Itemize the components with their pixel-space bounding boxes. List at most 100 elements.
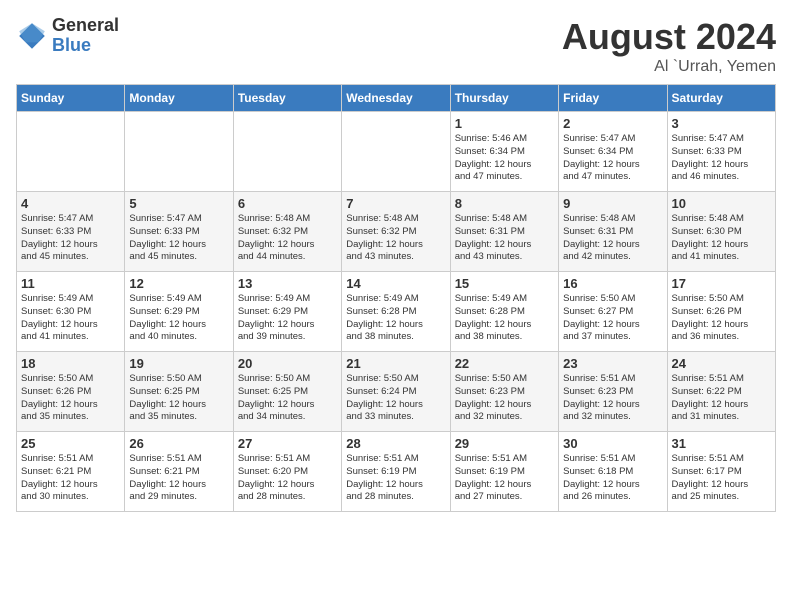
day-number: 4 — [21, 196, 120, 211]
day-number: 3 — [672, 116, 771, 131]
day-info: Sunrise: 5:50 AM Sunset: 6:27 PM Dayligh… — [563, 293, 662, 344]
calendar-cell: 9 Sunrise: 5:48 AM Sunset: 6:31 PM Daylig… — [559, 192, 667, 272]
calendar-cell: 26 Sunrise: 5:51 AM Sunset: 6:21 PM Dayli… — [125, 432, 233, 512]
day-info: Sunrise: 5:51 AM Sunset: 6:23 PM Dayligh… — [563, 373, 662, 424]
calendar-cell — [233, 112, 341, 192]
calendar-body: 1 Sunrise: 5:46 AM Sunset: 6:34 PM Daylig… — [17, 112, 776, 512]
header-monday: Monday — [125, 85, 233, 112]
calendar-cell: 17Sunrise: 5:50 AM Sunset: 6:26 PM Dayli… — [667, 272, 775, 352]
day-number: 23 — [563, 356, 662, 371]
header-saturday: Saturday — [667, 85, 775, 112]
week-row-3: 11Sunrise: 5:49 AM Sunset: 6:30 PM Dayli… — [17, 272, 776, 352]
day-number: 9 — [563, 196, 662, 211]
calendar-cell: 1 Sunrise: 5:46 AM Sunset: 6:34 PM Daylig… — [450, 112, 558, 192]
day-number: 1 — [455, 116, 554, 131]
day-number: 2 — [563, 116, 662, 131]
day-number: 19 — [129, 356, 228, 371]
day-info: Sunrise: 5:48 AM Sunset: 6:31 PM Dayligh… — [563, 213, 662, 264]
calendar-cell: 24Sunrise: 5:51 AM Sunset: 6:22 PM Dayli… — [667, 352, 775, 432]
day-info: Sunrise: 5:51 AM Sunset: 6:18 PM Dayligh… — [563, 453, 662, 504]
day-number: 26 — [129, 436, 228, 451]
calendar-cell: 31Sunrise: 5:51 AM Sunset: 6:17 PM Dayli… — [667, 432, 775, 512]
calendar-cell: 23 Sunrise: 5:51 AM Sunset: 6:23 PM Dayli… — [559, 352, 667, 432]
calendar-cell: 20Sunrise: 5:50 AM Sunset: 6:25 PM Dayli… — [233, 352, 341, 432]
logo-blue-text: Blue — [52, 36, 119, 56]
calendar-cell: 8 Sunrise: 5:48 AM Sunset: 6:31 PM Daylig… — [450, 192, 558, 272]
day-number: 10 — [672, 196, 771, 211]
day-info: Sunrise: 5:51 AM Sunset: 6:19 PM Dayligh… — [455, 453, 554, 504]
header-sunday: Sunday — [17, 85, 125, 112]
day-number: 22 — [455, 356, 554, 371]
day-info: Sunrise: 5:50 AM Sunset: 6:25 PM Dayligh… — [129, 373, 228, 424]
header-wednesday: Wednesday — [342, 85, 450, 112]
calendar-header: SundayMondayTuesdayWednesdayThursdayFrid… — [17, 85, 776, 112]
day-number: 20 — [238, 356, 337, 371]
day-info: Sunrise: 5:47 AM Sunset: 6:34 PM Dayligh… — [563, 133, 662, 184]
calendar-cell: 3 Sunrise: 5:47 AM Sunset: 6:33 PM Daylig… — [667, 112, 775, 192]
day-number: 18 — [21, 356, 120, 371]
calendar-cell — [17, 112, 125, 192]
title-block: August 2024 Al `Urrah, Yemen — [562, 16, 776, 76]
day-info: Sunrise: 5:51 AM Sunset: 6:21 PM Dayligh… — [129, 453, 228, 504]
day-number: 21 — [346, 356, 445, 371]
day-info: Sunrise: 5:49 AM Sunset: 6:29 PM Dayligh… — [238, 293, 337, 344]
day-info: Sunrise: 5:48 AM Sunset: 6:31 PM Dayligh… — [455, 213, 554, 264]
calendar-cell: 19 Sunrise: 5:50 AM Sunset: 6:25 PM Dayli… — [125, 352, 233, 432]
day-info: Sunrise: 5:46 AM Sunset: 6:34 PM Dayligh… — [455, 133, 554, 184]
calendar-table: SundayMondayTuesdayWednesdayThursdayFrid… — [16, 84, 776, 512]
logo-text: General Blue — [52, 16, 119, 56]
day-info: Sunrise: 5:49 AM Sunset: 6:29 PM Dayligh… — [129, 293, 228, 344]
calendar-cell: 5 Sunrise: 5:47 AM Sunset: 6:33 PM Daylig… — [125, 192, 233, 272]
header-row: SundayMondayTuesdayWednesdayThursdayFrid… — [17, 85, 776, 112]
day-number: 13 — [238, 276, 337, 291]
week-row-1: 1 Sunrise: 5:46 AM Sunset: 6:34 PM Daylig… — [17, 112, 776, 192]
day-info: Sunrise: 5:51 AM Sunset: 6:17 PM Dayligh… — [672, 453, 771, 504]
day-number: 11 — [21, 276, 120, 291]
calendar-cell: 4 Sunrise: 5:47 AM Sunset: 6:33 PM Daylig… — [17, 192, 125, 272]
month-title: August 2024 — [562, 16, 776, 58]
day-number: 12 — [129, 276, 228, 291]
day-info: Sunrise: 5:47 AM Sunset: 6:33 PM Dayligh… — [129, 213, 228, 264]
day-number: 5 — [129, 196, 228, 211]
day-info: Sunrise: 5:48 AM Sunset: 6:32 PM Dayligh… — [346, 213, 445, 264]
day-info: Sunrise: 5:50 AM Sunset: 6:26 PM Dayligh… — [672, 293, 771, 344]
day-number: 15 — [455, 276, 554, 291]
day-info: Sunrise: 5:51 AM Sunset: 6:19 PM Dayligh… — [346, 453, 445, 504]
day-info: Sunrise: 5:50 AM Sunset: 6:26 PM Dayligh… — [21, 373, 120, 424]
calendar-cell: 6Sunrise: 5:48 AM Sunset: 6:32 PM Daylig… — [233, 192, 341, 272]
day-info: Sunrise: 5:47 AM Sunset: 6:33 PM Dayligh… — [672, 133, 771, 184]
calendar-cell: 25 Sunrise: 5:51 AM Sunset: 6:21 PM Dayli… — [17, 432, 125, 512]
page-header: General Blue August 2024 Al `Urrah, Yeme… — [16, 16, 776, 76]
calendar-cell: 15Sunrise: 5:49 AM Sunset: 6:28 PM Dayli… — [450, 272, 558, 352]
calendar-cell: 27Sunrise: 5:51 AM Sunset: 6:20 PM Dayli… — [233, 432, 341, 512]
day-info: Sunrise: 5:48 AM Sunset: 6:30 PM Dayligh… — [672, 213, 771, 264]
location-title: Al `Urrah, Yemen — [562, 58, 776, 76]
calendar-cell: 22 Sunrise: 5:50 AM Sunset: 6:23 PM Dayli… — [450, 352, 558, 432]
day-info: Sunrise: 5:50 AM Sunset: 6:23 PM Dayligh… — [455, 373, 554, 424]
logo-general-text: General — [52, 16, 119, 36]
week-row-5: 25 Sunrise: 5:51 AM Sunset: 6:21 PM Dayli… — [17, 432, 776, 512]
day-number: 6 — [238, 196, 337, 211]
header-tuesday: Tuesday — [233, 85, 341, 112]
calendar-cell: 21 Sunrise: 5:50 AM Sunset: 6:24 PM Dayli… — [342, 352, 450, 432]
day-number: 28 — [346, 436, 445, 451]
calendar-cell: 28 Sunrise: 5:51 AM Sunset: 6:19 PM Dayli… — [342, 432, 450, 512]
day-info: Sunrise: 5:47 AM Sunset: 6:33 PM Dayligh… — [21, 213, 120, 264]
day-number: 30 — [563, 436, 662, 451]
calendar-cell: 18 Sunrise: 5:50 AM Sunset: 6:26 PM Dayli… — [17, 352, 125, 432]
day-number: 29 — [455, 436, 554, 451]
calendar-cell: 10 Sunrise: 5:48 AM Sunset: 6:30 PM Dayli… — [667, 192, 775, 272]
day-info: Sunrise: 5:51 AM Sunset: 6:21 PM Dayligh… — [21, 453, 120, 504]
day-number: 25 — [21, 436, 120, 451]
day-info: Sunrise: 5:50 AM Sunset: 6:24 PM Dayligh… — [346, 373, 445, 424]
calendar-cell: 12 Sunrise: 5:49 AM Sunset: 6:29 PM Dayli… — [125, 272, 233, 352]
header-thursday: Thursday — [450, 85, 558, 112]
calendar-cell — [125, 112, 233, 192]
day-number: 8 — [455, 196, 554, 211]
logo: General Blue — [16, 16, 119, 56]
calendar-cell: 14Sunrise: 5:49 AM Sunset: 6:28 PM Dayli… — [342, 272, 450, 352]
calendar-cell: 29 Sunrise: 5:51 AM Sunset: 6:19 PM Dayli… — [450, 432, 558, 512]
calendar-cell: 11Sunrise: 5:49 AM Sunset: 6:30 PM Dayli… — [17, 272, 125, 352]
day-number: 27 — [238, 436, 337, 451]
calendar-cell: 7Sunrise: 5:48 AM Sunset: 6:32 PM Daylig… — [342, 192, 450, 272]
